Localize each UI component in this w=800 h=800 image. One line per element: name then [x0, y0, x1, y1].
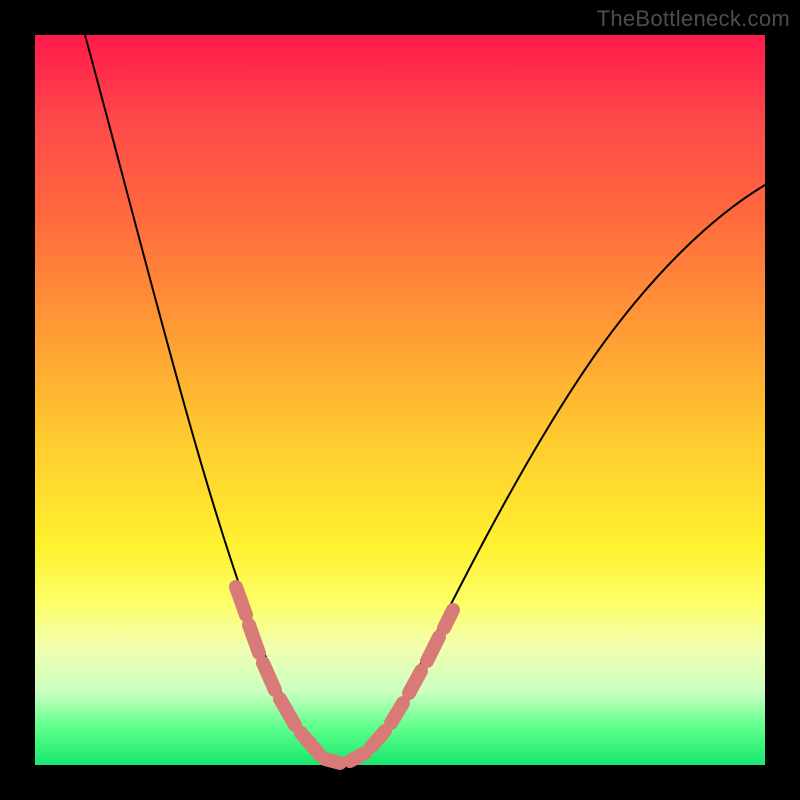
right-overlay-segment	[350, 610, 453, 761]
plot-area	[35, 35, 765, 765]
left-overlay-segment	[236, 587, 340, 763]
curve-svg	[35, 35, 765, 765]
watermark-label: TheBottleneck.com	[597, 6, 790, 32]
chart-frame: TheBottleneck.com	[0, 0, 800, 800]
